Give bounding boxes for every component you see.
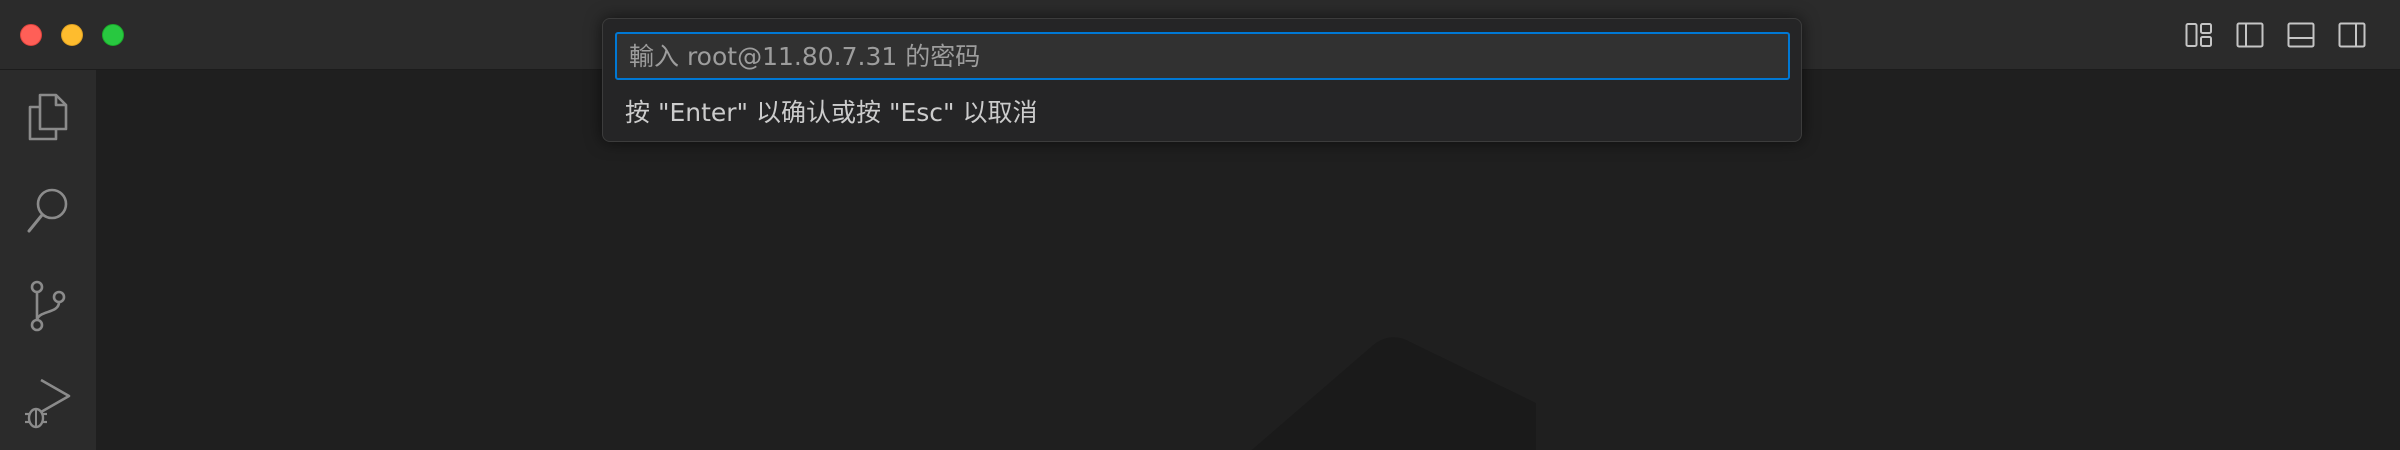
toggle-secondary-sidebar-button[interactable] — [2336, 20, 2368, 50]
quick-input-message: 按 "Enter" 以确认或按 "Esc" 以取消 — [625, 98, 1038, 127]
password-input[interactable] — [615, 32, 1790, 80]
close-window-button[interactable] — [20, 24, 42, 46]
vscode-window: 按 "Enter" 以确认或按 "Esc" 以取消 — [0, 0, 2400, 450]
toggle-panel-button[interactable] — [2285, 20, 2317, 50]
search-icon — [27, 188, 68, 233]
toggle-primary-sidebar-button[interactable] — [2234, 20, 2266, 50]
customize-layout-button[interactable] — [2183, 20, 2215, 50]
maximize-window-button[interactable] — [102, 24, 124, 46]
minimize-window-button[interactable] — [61, 24, 83, 46]
quick-input-widget: 按 "Enter" 以确认或按 "Esc" 以取消 — [602, 18, 1802, 142]
toggle-primary-sidebar-icon — [2236, 22, 2264, 48]
run-debug-icon — [25, 378, 71, 429]
source-control-icon — [30, 280, 66, 332]
activity-item-explorer[interactable] — [0, 76, 96, 156]
customize-layout-icon — [2185, 23, 2212, 47]
activity-bar — [0, 70, 96, 450]
activity-item-search[interactable] — [0, 170, 96, 250]
vscode-watermark-icon — [1251, 337, 1536, 450]
explorer-icon — [28, 93, 68, 141]
toggle-panel-icon — [2287, 22, 2315, 48]
toggle-secondary-sidebar-icon — [2338, 22, 2366, 48]
activity-item-run-debug[interactable] — [0, 362, 96, 442]
activity-item-source-control[interactable] — [0, 266, 96, 346]
